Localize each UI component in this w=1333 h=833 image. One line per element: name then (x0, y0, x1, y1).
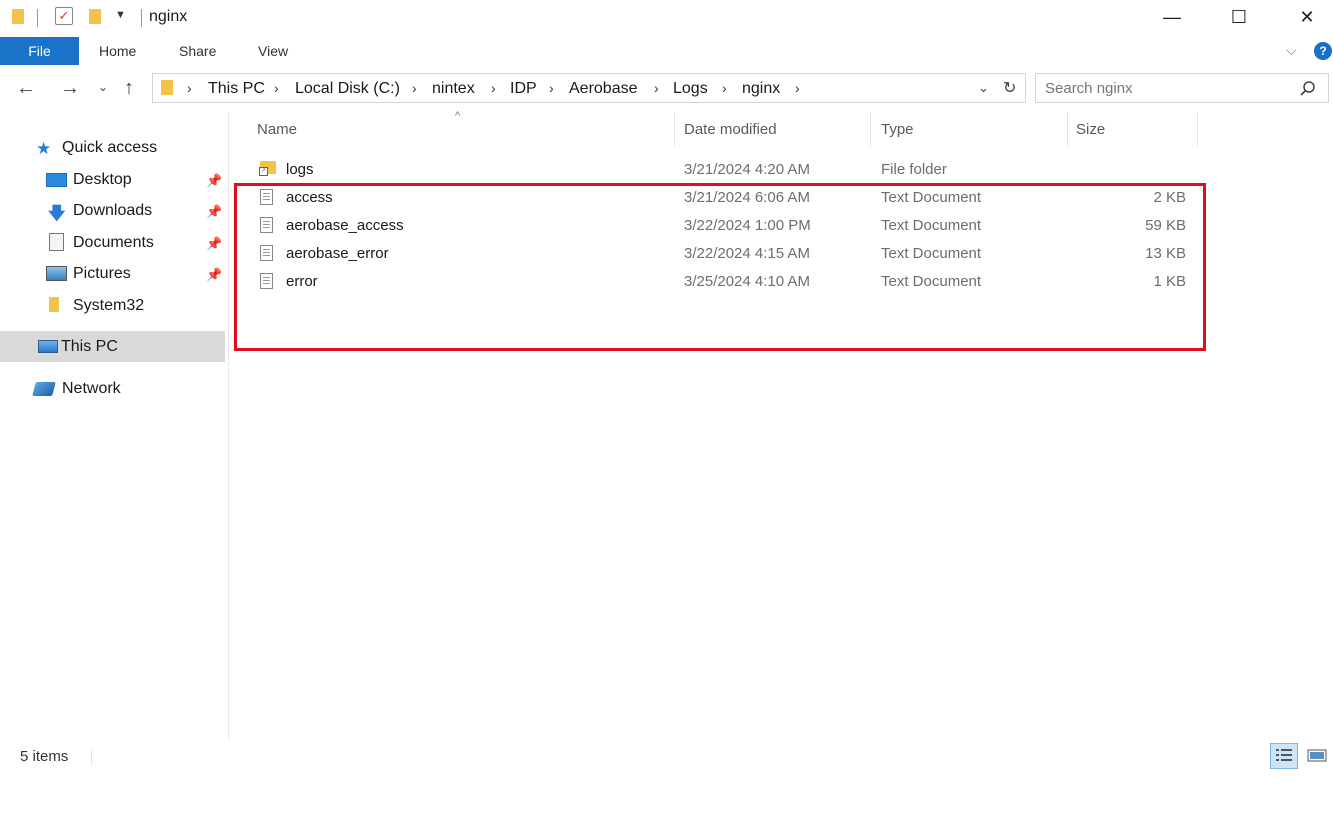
breadcrumb-logs[interactable]: Logs (673, 80, 708, 98)
chevron-right-icon: › (549, 80, 554, 96)
chevron-right-icon: › (491, 80, 496, 96)
expand-ribbon-icon[interactable]: ⌵ (1286, 42, 1297, 59)
sort-ascending-icon: ^ (455, 110, 461, 122)
network-icon (32, 382, 56, 396)
large-icons-view-icon (1307, 749, 1327, 762)
sidebar-item-documents[interactable]: Documents (73, 234, 154, 252)
sidebar-item-desktop[interactable]: Desktop (73, 171, 132, 189)
pin-icon[interactable]: 📌 (206, 204, 222, 220)
large-icons-view-button[interactable] (1303, 743, 1331, 769)
folder-icon (49, 297, 59, 312)
maximize-button[interactable]: ☐ (1216, 0, 1262, 34)
chevron-right-icon: › (187, 80, 192, 96)
search-placeholder: Search nginx (1045, 80, 1133, 97)
up-arrow-icon[interactable]: ↑ (124, 77, 134, 100)
back-arrow-icon[interactable]: ← (16, 77, 36, 100)
column-header-name[interactable]: Name (257, 121, 297, 138)
window-title: nginx (149, 8, 188, 25)
download-arrow-icon: 🡇 (48, 204, 66, 223)
sidebar-item-network[interactable]: Network (62, 380, 121, 398)
chevron-right-icon: › (274, 80, 279, 96)
sidebar-item-system32[interactable]: System32 (73, 297, 144, 315)
details-view-button[interactable] (1270, 743, 1298, 769)
documents-icon (49, 233, 64, 251)
tab-home[interactable]: Home (99, 43, 136, 59)
divider (37, 9, 38, 27)
breadcrumb-idp[interactable]: IDP (510, 80, 537, 98)
address-dropdown-chevron-icon[interactable]: ⌄ (978, 80, 989, 96)
shortcut-arrow-icon: ↗ (259, 167, 268, 176)
tab-view[interactable]: View (258, 43, 288, 59)
refresh-icon[interactable]: ↻ (1003, 78, 1016, 98)
chevron-right-icon: › (654, 80, 659, 96)
properties-check-icon[interactable]: ✓ (55, 7, 73, 25)
chevron-right-icon: › (722, 80, 727, 96)
column-divider[interactable] (674, 112, 675, 146)
new-folder-icon[interactable] (89, 9, 101, 24)
folder-icon (161, 80, 173, 95)
recent-locations-chevron-icon[interactable]: ⌄ (98, 80, 108, 94)
search-icon[interactable] (1299, 80, 1316, 97)
customize-toolbar-icon[interactable]: ▼ (115, 9, 126, 21)
computer-icon (38, 340, 58, 353)
sidebar-item-pictures[interactable]: Pictures (73, 265, 131, 283)
column-header-date[interactable]: Date modified (684, 121, 777, 138)
highlight-annotation-box (234, 183, 1206, 351)
divider (91, 749, 92, 765)
column-divider[interactable] (1067, 112, 1068, 146)
folder-icon (12, 9, 24, 24)
status-item-count: 5 items (20, 748, 69, 765)
pane-divider[interactable] (228, 112, 229, 740)
divider (141, 9, 142, 27)
file-type: File folder (881, 161, 947, 178)
column-divider[interactable] (870, 112, 871, 146)
breadcrumb-this-pc[interactable]: This PC (208, 80, 265, 98)
folder-shortcut-icon: ↗ (259, 161, 276, 176)
breadcrumb-aerobase[interactable]: Aerobase (569, 80, 638, 98)
file-date: 3/21/2024 4:20 AM (684, 161, 810, 178)
sidebar-item-this-pc[interactable]: This PC (61, 338, 118, 356)
desktop-icon (46, 173, 67, 187)
breadcrumb-nintex[interactable]: nintex (432, 80, 475, 98)
pin-icon[interactable]: 📌 (206, 267, 222, 283)
file-name: logs (286, 161, 314, 178)
column-divider[interactable] (1197, 112, 1198, 146)
close-button[interactable]: ✕ (1284, 0, 1330, 34)
pictures-icon (46, 266, 67, 281)
breadcrumb-local-disk[interactable]: Local Disk (C:) (295, 80, 400, 98)
star-icon: ★ (36, 139, 52, 158)
tab-share[interactable]: Share (179, 43, 216, 59)
minimize-button[interactable]: — (1149, 0, 1195, 34)
details-view-icon (1276, 749, 1292, 761)
column-header-type[interactable]: Type (881, 121, 914, 138)
help-icon[interactable]: ? (1314, 42, 1332, 60)
chevron-right-icon: › (795, 80, 800, 96)
table-row[interactable]: ↗ logs 3/21/2024 4:20 AM File folder (240, 158, 1190, 182)
column-header-size[interactable]: Size (1076, 121, 1105, 138)
forward-arrow-icon[interactable]: → (60, 77, 80, 100)
sidebar-item-downloads[interactable]: Downloads (73, 202, 152, 220)
chevron-right-icon: › (412, 80, 417, 96)
pin-icon[interactable]: 📌 (206, 173, 222, 189)
pin-icon[interactable]: 📌 (206, 236, 222, 252)
tab-file[interactable]: File (0, 37, 79, 65)
sidebar-item-quick-access[interactable]: Quick access (62, 139, 157, 157)
breadcrumb-nginx[interactable]: nginx (742, 80, 780, 98)
